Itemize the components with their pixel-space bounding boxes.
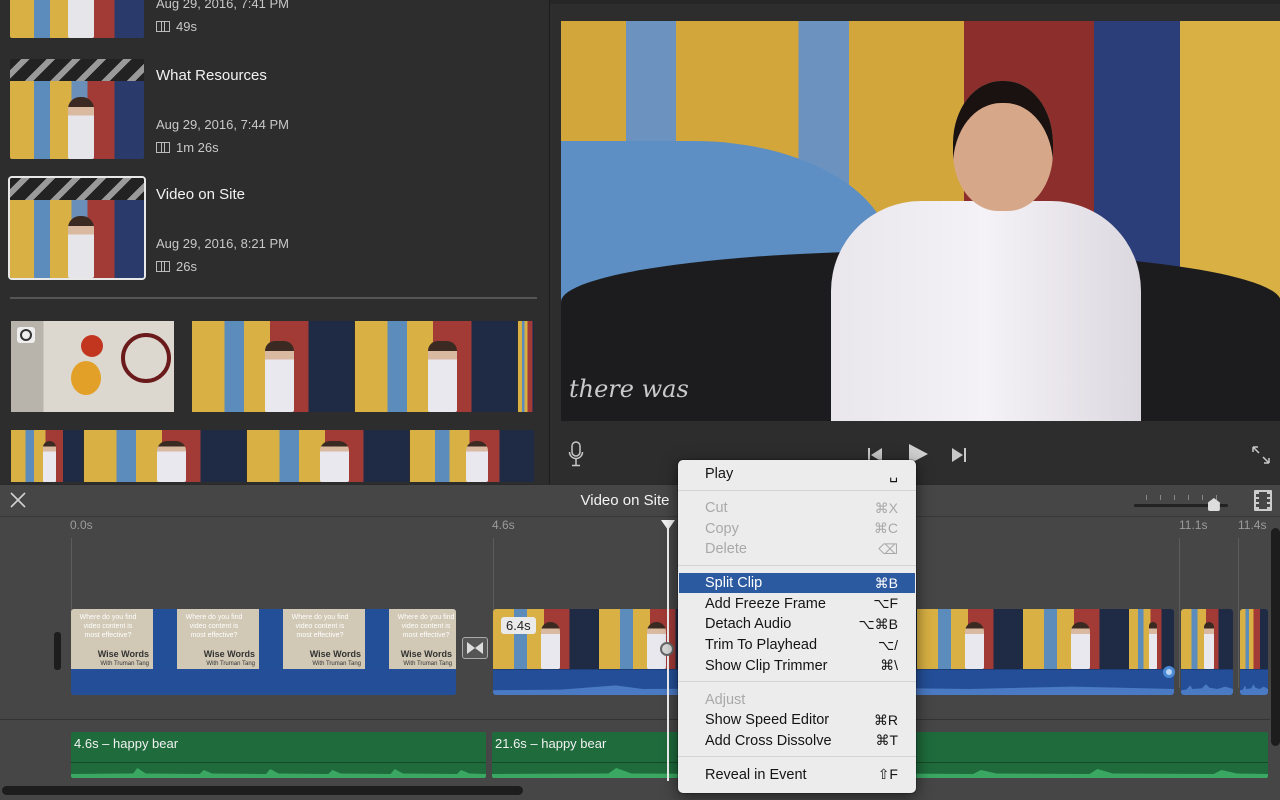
project-title: What Resources <box>156 67 267 84</box>
menu-item-show-speed-editor[interactable]: Show Speed Editor ⌘R <box>678 710 916 731</box>
vertical-scrollbar[interactable] <box>1271 528 1280 746</box>
context-menu: Play ␣ Cut ⌘X Copy ⌘C Delete ⌫ Split Clip ⌘B Add F… <box>678 460 916 793</box>
menu-item-shortcut: ␣ <box>889 465 898 482</box>
menu-item-label: Delete <box>705 541 747 558</box>
menu-separator <box>678 756 916 758</box>
menu-item-shortcut: ⌫ <box>878 540 898 557</box>
menu-item-label: Trim To Playhead <box>705 637 818 654</box>
menu-item-add-cross-dissolve[interactable]: Add Cross Dissolve ⌘T <box>678 731 916 752</box>
video-preview[interactable]: there was <box>561 21 1280 421</box>
project-date: Aug 29, 2016, 8:21 PM <box>156 236 289 251</box>
menu-item-shortcut: ⌥F <box>873 595 898 612</box>
project-item-selected[interactable]: Video on Site Aug 29, 2016, 8:21 PM 26s <box>8 176 540 280</box>
ruler-label: 11.1s <box>1179 518 1208 532</box>
playhead-skimmer-knob[interactable] <box>660 642 674 656</box>
timeline-start-handle[interactable] <box>54 632 61 670</box>
camera-icon <box>17 327 35 343</box>
menu-item-label: Adjust <box>705 691 746 708</box>
project-date: Aug 29, 2016, 7:41 PM <box>156 0 289 11</box>
menu-item-label: Add Cross Dissolve <box>705 732 832 749</box>
media-clip[interactable] <box>11 430 534 482</box>
menu-item-label: Show Clip Trimmer <box>705 657 828 674</box>
music-clip-label: 21.6s – happy bear <box>495 736 607 751</box>
menu-item-reveal-in-event[interactable]: Reveal in Event ⇧F <box>678 764 916 785</box>
divider <box>10 297 537 299</box>
menu-item-label: Copy <box>705 520 739 537</box>
menu-item-shortcut: ⌘C <box>873 520 898 537</box>
transition-icon[interactable] <box>462 637 488 659</box>
project-title: Video on Site <box>156 186 245 203</box>
timeline-header: Video on Site <box>0 485 1280 517</box>
menu-item-delete: Delete ⌫ <box>678 539 916 560</box>
clapper-icon <box>10 178 144 200</box>
menu-item-shortcut: ⌘B <box>874 574 898 591</box>
menu-item-label: Add Freeze Frame <box>705 595 826 612</box>
menu-item-shortcut: ⌥/ <box>877 636 898 653</box>
menu-item-label: Cut <box>705 500 728 517</box>
menu-separator <box>678 489 916 491</box>
film-icon <box>156 142 170 153</box>
project-duration: 26s <box>176 259 197 274</box>
skip-forward-icon[interactable] <box>950 446 968 464</box>
chalk-text: there was <box>569 375 689 403</box>
video-clip[interactable] <box>1181 609 1233 695</box>
project-duration: 49s <box>176 19 197 34</box>
project-duration: 1m 26s <box>176 140 219 155</box>
menu-item-label: Reveal in Event <box>705 766 807 783</box>
video-clip[interactable] <box>1240 609 1268 695</box>
menu-separator <box>678 681 916 683</box>
menu-item-shortcut: ⌘X <box>874 499 898 516</box>
music-clip-label: 4.6s – happy bear <box>74 736 179 751</box>
audio-fade-handle[interactable] <box>1163 666 1175 678</box>
project-thumbnail <box>10 59 144 159</box>
ruler-label: 4.6s <box>492 518 515 532</box>
audio-waveform <box>71 768 486 778</box>
menu-item-label: Show Speed Editor <box>705 712 830 729</box>
project-thumbnail <box>8 176 146 280</box>
menu-item-shortcut: ⇧F <box>877 766 898 783</box>
timeline-title: Video on Site <box>580 492 670 509</box>
menu-item-copy: Copy ⌘C <box>678 518 916 539</box>
menu-item-shortcut: ⌘R <box>873 711 898 728</box>
zoom-slider[interactable] <box>1134 493 1228 511</box>
photo-clip[interactable] <box>11 321 174 412</box>
expand-icon[interactable] <box>1250 444 1272 466</box>
menu-item-play[interactable]: Play ␣ <box>678 464 916 485</box>
project-item[interactable]: What Resources Aug 29, 2016, 7:44 PM 1m … <box>10 59 540 159</box>
menu-item-add-freeze-frame[interactable]: Add Freeze Frame ⌥F <box>678 593 916 614</box>
menu-item-label: Detach Audio <box>705 616 792 633</box>
menu-item-trim-to-playhead[interactable]: Trim To Playhead ⌥/ <box>678 635 916 656</box>
zoom-slider-knob[interactable] <box>1207 498 1220 511</box>
viewer: there was <box>549 0 1280 484</box>
microphone-icon[interactable] <box>566 440 586 468</box>
film-icon <box>156 261 170 272</box>
ruler-label: 11.4s <box>1238 518 1267 532</box>
menu-item-cut: Cut ⌘X <box>678 498 916 519</box>
menu-separator <box>678 564 916 566</box>
imovie-window: Aug 29, 2016, 7:41 PM 49s What Resources… <box>0 0 1280 800</box>
project-thumbnail <box>10 0 144 38</box>
film-strip-icon[interactable] <box>1254 490 1272 511</box>
menu-item-show-clip-trimmer[interactable]: Show Clip Trimmer ⌘\ <box>678 656 916 677</box>
menu-item-split-clip[interactable]: Split Clip ⌘B <box>679 572 915 594</box>
menu-item-shortcut: ⌥⌘B <box>858 615 898 632</box>
horizontal-scrollbar[interactable] <box>2 786 523 795</box>
menu-item-label: Play <box>705 466 734 483</box>
film-icon <box>156 21 170 32</box>
ruler-label: 0.0s <box>70 518 93 532</box>
clip-duration-badge: 6.4s <box>501 617 536 634</box>
title-clip[interactable]: Where do you find video content is most … <box>71 609 456 695</box>
menu-item-detach-audio[interactable]: Detach Audio ⌥⌘B <box>678 614 916 635</box>
menu-item-shortcut: ⌘T <box>875 732 898 749</box>
menu-item-label: Split Clip <box>705 575 763 592</box>
project-item[interactable]: Aug 29, 2016, 7:41 PM 49s <box>10 0 540 38</box>
menu-item-shortcut: ⌘\ <box>880 657 898 674</box>
project-browser: Aug 29, 2016, 7:41 PM 49s What Resources… <box>0 0 548 484</box>
music-clip[interactable]: 4.6s – happy bear <box>71 732 486 778</box>
project-date: Aug 29, 2016, 7:44 PM <box>156 117 289 132</box>
menu-item-adjust: Adjust <box>678 689 916 710</box>
media-clip[interactable] <box>192 321 534 412</box>
clapper-icon <box>10 59 144 81</box>
